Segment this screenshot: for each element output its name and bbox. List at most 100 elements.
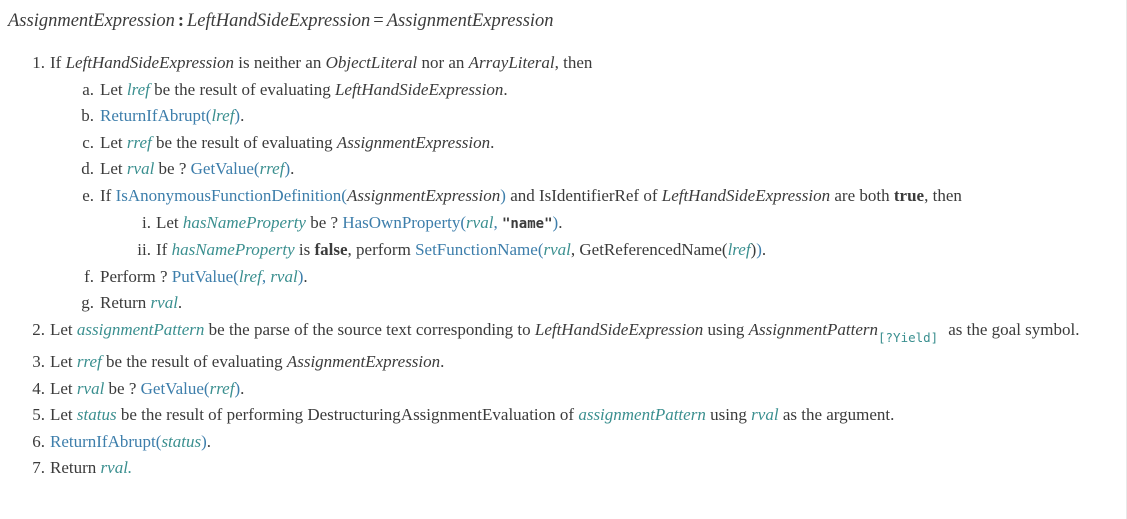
step-text: be ? (104, 378, 141, 398)
nonterminal: LeftHandSideExpression (661, 186, 831, 206)
step-text: is (294, 240, 315, 260)
production-colon: : (177, 11, 184, 31)
algorithm-variable: rval (270, 266, 298, 286)
nonterminal: ObjectLiteral (325, 53, 418, 73)
step-body: Let hasNameProperty be ? HasOwnProperty(… (156, 210, 1126, 238)
abstract-operation-link[interactable]: PutValue (172, 267, 233, 286)
step-marker: ii. (137, 240, 151, 260)
abstract-operation-link[interactable]: HasOwnProperty (342, 213, 460, 232)
step-body: Let rref be the result of evaluating Ass… (100, 130, 1126, 157)
nonterminal: LeftHandSideExpression (534, 319, 704, 339)
step-text: Let (50, 319, 77, 339)
step-marker: d. (81, 159, 94, 179)
step-text: be the result of evaluating (101, 351, 287, 371)
algorithm-variable: status (76, 405, 117, 425)
abstract-operation-link[interactable]: ReturnIfAbrupt (100, 106, 206, 125)
algorithm-step: f. Perform ? PutValue(lref, rval). (80, 264, 1126, 291)
boolean-literal: true (893, 186, 925, 206)
step-marker: 6. (32, 431, 45, 451)
step-marker: 5. (32, 405, 45, 425)
step-marker: 3. (32, 351, 45, 371)
abstract-operation-link[interactable]: SetFunctionName (415, 240, 538, 259)
step-body: ReturnIfAbrupt(lref). (100, 103, 1126, 130)
step-marker: g. (81, 293, 94, 313)
step-text: Let (50, 351, 77, 371)
algorithm-step: e. If IsAnonymousFunctionDefinition(Assig… (80, 183, 1126, 264)
production-rhs-assignment: AssignmentExpression (386, 11, 554, 31)
algorithm-variable: rval (126, 159, 155, 179)
algorithm-step: b. ReturnIfAbrupt(lref). (80, 103, 1126, 130)
nonterminal: AssignmentExpression (286, 351, 441, 371)
algorithm-variable: . (127, 458, 133, 478)
step-text: , GetReferencedName( (570, 240, 728, 260)
algorithm-step: ii. If hasNameProperty is false, perform … (134, 237, 1126, 264)
algorithm-steps-list: 1. If LeftHandSideExpression is neither a… (0, 50, 1126, 482)
step-text: be ? (154, 159, 191, 179)
step-text: If (50, 53, 66, 73)
step-text: Let (50, 405, 77, 425)
abstract-operation-link[interactable]: ReturnIfAbrupt (50, 432, 156, 451)
step-body: ReturnIfAbrupt(status). (50, 429, 1126, 456)
abstract-operation-link[interactable]: GetValue (191, 159, 254, 178)
grammar-parameter-subscript: [?Yield] (878, 330, 939, 346)
algorithm-variable: rval (466, 212, 494, 232)
abstract-operation-link[interactable]: GetValue (141, 379, 204, 398)
step-text: be ? (305, 212, 343, 232)
step-body: Return rval. (50, 455, 1126, 482)
step-text: . (440, 351, 445, 371)
algorithm-step: 2. Let assignmentPattern be the parse of … (28, 317, 1126, 349)
step-text: is neither an (233, 53, 326, 73)
step-text: be the result of performing Destructurin… (116, 405, 579, 425)
algorithm-variable: lref (727, 240, 751, 260)
step-marker: e. (82, 186, 94, 206)
algorithm-variable: assignmentPattern (578, 405, 706, 425)
step-body: If IsAnonymousFunctionDefinition(Assignm… (100, 183, 1126, 210)
step-text: be the parse of the source text correspo… (204, 319, 535, 339)
step-text: Let (100, 132, 127, 152)
step-marker: 4. (32, 378, 45, 398)
abstract-operation-link[interactable]: IsAnonymousFunctionDefinition (116, 186, 342, 205)
step-marker: c. (82, 132, 94, 152)
algorithm-step: 4. Let rval be ? GetValue(rref). (28, 376, 1126, 403)
algorithm-step: 6. ReturnIfAbrupt(status). (28, 429, 1126, 456)
step-text: Let (100, 79, 127, 99)
step-text: nor an (417, 53, 469, 73)
algorithm-substeps-list: a. Let lref be the result of evaluating L… (50, 77, 1126, 317)
step-body: Return rval. (100, 290, 1126, 317)
step-text: Let (50, 378, 77, 398)
nonterminal: AssignmentPattern (748, 319, 878, 339)
production-equals: = (373, 11, 384, 31)
algorithm-variable: rval (100, 458, 128, 478)
step-text: , perform (347, 240, 416, 260)
step-text: . (303, 266, 308, 286)
algorithm-variable: status (161, 431, 202, 451)
step-text: . (177, 293, 183, 313)
algorithm-step: g. Return rval. (80, 290, 1126, 317)
step-marker: a. (82, 79, 94, 99)
step-text: using (703, 319, 749, 339)
algorithm-step: 3. Let rref be the result of evaluating A… (28, 349, 1126, 376)
step-body: Let rval be ? GetValue(rref). (100, 156, 1126, 183)
step-text: as the argument. (778, 405, 895, 425)
algorithm-variable: hasNameProperty (182, 212, 306, 232)
step-body: Let status be the result of performing D… (50, 402, 1126, 429)
production-lhs: AssignmentExpression (8, 11, 175, 31)
step-body: If LeftHandSideExpression is neither an … (50, 50, 1126, 77)
algorithm-step: a. Let lref be the result of evaluating L… (80, 77, 1126, 104)
step-marker: 2. (32, 319, 45, 339)
nonterminal: LeftHandSideExpression (65, 53, 234, 73)
abstract-operation-link[interactable]: , (493, 213, 502, 232)
algorithm-step: 5. Let status be the result of performing… (28, 402, 1126, 429)
step-text: Return (100, 293, 151, 313)
step-marker: f. (84, 266, 94, 286)
step-body: Let rval be ? GetValue(rref). (50, 376, 1126, 403)
algorithm-step: c. Let rref be the result of evaluating A… (80, 130, 1126, 157)
algorithm-variable: rval (150, 293, 178, 313)
step-body: Perform ? PutValue(lref, rval). (100, 264, 1126, 291)
algorithm-variable: rval (751, 405, 779, 425)
nonterminal: LeftHandSideExpression (334, 79, 504, 99)
algorithm-step: 7. Return rval. (28, 455, 1126, 482)
boolean-literal: false (314, 240, 348, 260)
step-text: . (503, 79, 508, 99)
algorithm-variable: rref (76, 351, 102, 371)
